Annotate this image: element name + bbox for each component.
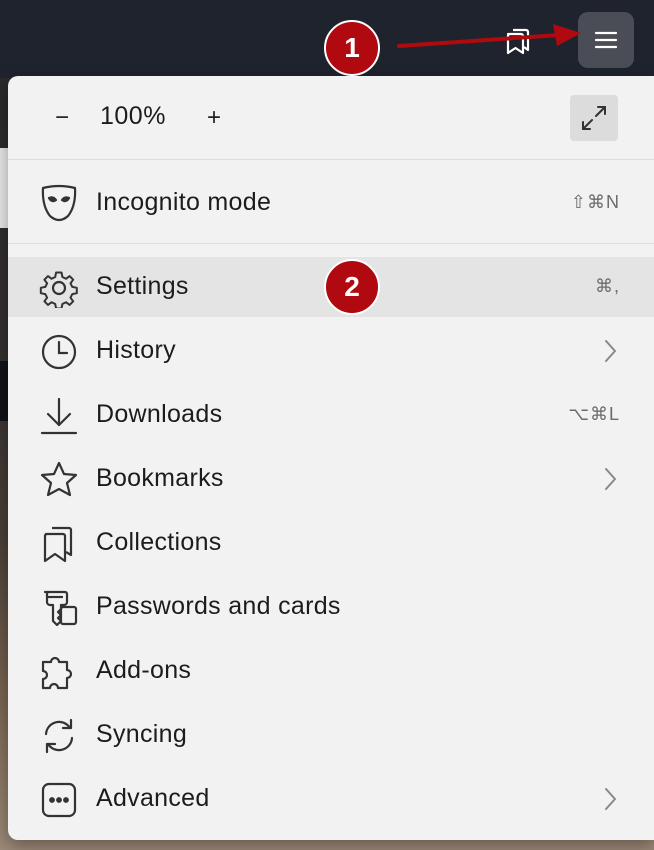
main-menu-dropdown: − 100% + Incognito mode ⇧⌘N Settings ⌘, … xyxy=(8,76,654,840)
expand-icon xyxy=(580,104,608,132)
menu-item-syncing[interactable]: Syncing xyxy=(8,705,654,765)
chevron-right-icon xyxy=(600,337,620,365)
menu-item-label: Syncing xyxy=(96,720,188,748)
menu-item-label: Advanced xyxy=(96,784,210,812)
key-card-icon xyxy=(38,587,80,629)
menu-item-collections[interactable]: Collections xyxy=(8,513,654,573)
menu-item-downloads[interactable]: Downloads ⌥⌘L xyxy=(8,385,654,445)
menu-item-label: History xyxy=(96,336,176,364)
collections-icon xyxy=(38,523,80,565)
menu-item-label: Incognito mode xyxy=(96,188,272,216)
chevron-right-icon xyxy=(600,465,620,493)
menu-item-label: Add-ons xyxy=(96,656,192,684)
main-menu-button[interactable] xyxy=(578,12,634,68)
menu-item-passwords[interactable]: Passwords and cards xyxy=(8,577,654,637)
shortcut-hint: ⇧⌘N xyxy=(570,192,620,212)
zoom-in-button[interactable]: + xyxy=(196,100,232,136)
puzzle-icon xyxy=(38,651,80,693)
gear-icon xyxy=(38,267,80,309)
chevron-right-icon xyxy=(600,785,620,813)
menu-item-bookmarks[interactable]: Bookmarks xyxy=(8,449,654,509)
shortcut-hint: ⌥⌘L xyxy=(568,404,620,424)
menu-divider xyxy=(8,159,654,160)
fullscreen-button[interactable] xyxy=(570,95,618,141)
annotation-badge-1: 1 xyxy=(324,20,380,76)
menu-item-label: Bookmarks xyxy=(96,464,224,492)
zoom-level: 100% xyxy=(100,102,166,130)
hamburger-icon xyxy=(594,30,618,50)
clock-icon xyxy=(38,331,80,373)
zoom-out-button[interactable]: − xyxy=(44,100,80,136)
zoom-controls: − 100% + xyxy=(8,76,654,160)
annotation-arrow xyxy=(397,24,581,48)
menu-item-addons[interactable]: Add-ons xyxy=(8,641,654,701)
menu-item-label: Downloads xyxy=(96,400,223,428)
menu-item-history[interactable]: History xyxy=(8,321,654,381)
menu-divider xyxy=(8,243,654,244)
menu-item-label: Collections xyxy=(96,528,222,556)
shortcut-hint: ⌘, xyxy=(594,276,620,296)
sync-icon xyxy=(38,715,80,757)
menu-item-incognito[interactable]: Incognito mode ⇧⌘N xyxy=(8,173,654,233)
menu-item-advanced[interactable]: Advanced xyxy=(8,769,654,829)
menu-item-label: Settings xyxy=(96,272,189,300)
download-icon xyxy=(38,395,80,437)
star-icon xyxy=(38,459,80,501)
incognito-mask-icon xyxy=(38,183,80,225)
menu-item-label: Passwords and cards xyxy=(96,592,341,620)
annotation-badge-2: 2 xyxy=(324,259,380,315)
more-dots-icon xyxy=(38,779,80,821)
